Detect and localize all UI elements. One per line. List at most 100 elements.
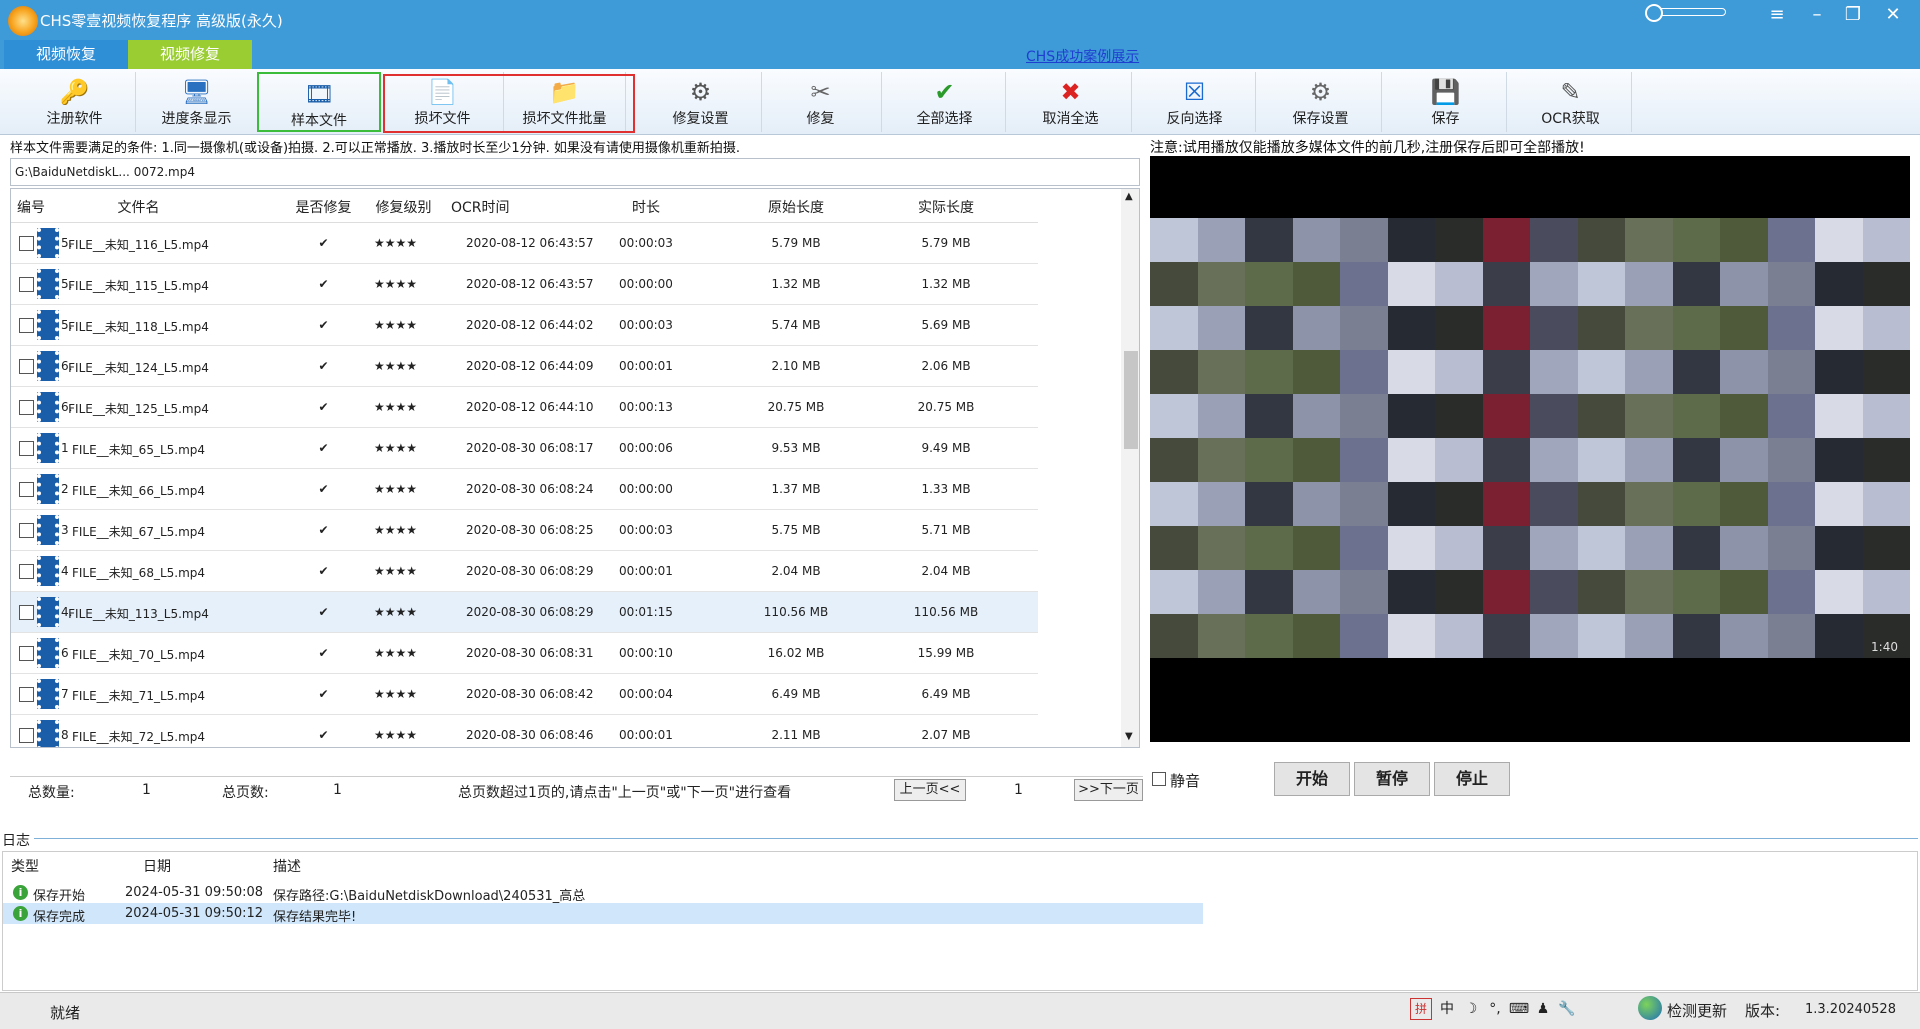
cell-level: ★★★★ xyxy=(374,236,418,250)
row-checkbox[interactable] xyxy=(19,728,34,743)
row-checkbox[interactable] xyxy=(19,359,34,374)
ocr-button[interactable]: ✎ OCR获取 xyxy=(1510,72,1632,132)
repair-settings-button[interactable]: ⚙ 修复设置 xyxy=(640,72,762,132)
menu-icon[interactable]: ≡ xyxy=(1760,2,1794,28)
mosaic-tile xyxy=(1530,482,1578,526)
damaged-batch-button[interactable]: 📁 损坏文件批量 xyxy=(504,72,626,132)
scroll-down-icon[interactable]: ▼ xyxy=(1125,731,1133,742)
row-checkbox[interactable] xyxy=(19,482,34,497)
col-number[interactable]: 编号 xyxy=(11,197,51,217)
table-row[interactable]: 2 FILE__未知_66_L5.mp4 ✔ ★★★★ 2020-08-30 06:08… xyxy=(11,469,1038,510)
success-cases-link[interactable]: CHS成功案例展示 xyxy=(1026,46,1139,66)
mosaic-tile xyxy=(1625,218,1673,262)
table-row[interactable]: 5. FILE__未知_118_L5.mp4 ✔ ★★★★ 2020-08-12 06:… xyxy=(11,305,1038,346)
log-col-type[interactable]: 类型 xyxy=(11,856,39,876)
update-globe-icon[interactable] xyxy=(1638,996,1662,1020)
row-checkbox[interactable] xyxy=(19,318,34,333)
table-row[interactable]: 4. FILE__未知_113_L5.mp4 ✔ ★★★★ 2020-08-30 06:… xyxy=(11,592,1038,633)
table-row[interactable]: 3 FILE__未知_67_L5.mp4 ✔ ★★★★ 2020-08-30 06:08… xyxy=(11,510,1038,551)
cell-duration: 00:00:01 xyxy=(619,359,673,373)
ime-logo-icon[interactable]: 拼 xyxy=(1410,998,1432,1020)
video-player[interactable]: 1:40 xyxy=(1150,156,1910,742)
mosaic-tile xyxy=(1720,614,1768,658)
transparency-slider[interactable] xyxy=(1645,4,1726,22)
cell-original-size: 20.75 MB xyxy=(767,400,825,414)
maximize-icon[interactable]: ❐ xyxy=(1836,2,1870,28)
col-level[interactable]: 修复级别 xyxy=(366,197,441,217)
col-original-size[interactable]: 原始长度 xyxy=(751,197,841,217)
play-button[interactable]: 开始 xyxy=(1274,762,1350,796)
cell-original-size: 2.04 MB xyxy=(771,564,821,578)
row-checkbox[interactable] xyxy=(19,523,34,538)
sample-path-field[interactable]: G:\BaiduNetdiskL... 0072.mp4 xyxy=(10,158,1140,186)
mosaic-tile xyxy=(1530,526,1578,570)
log-row[interactable]: i 保存完成 2024-05-31 09:50:12 保存结果完毕! xyxy=(3,903,1203,925)
select-all-button[interactable]: ✔ 全部选择 xyxy=(884,72,1006,132)
table-row[interactable]: 1 FILE__未知_65_L5.mp4 ✔ ★★★★ 2020-08-30 06:08… xyxy=(11,428,1038,469)
row-checkbox[interactable] xyxy=(19,646,34,661)
cell-actual-size: 1.33 MB xyxy=(921,482,971,496)
ime-user-icon[interactable]: ♟ xyxy=(1532,996,1554,1022)
ime-chinese-icon[interactable]: 中 xyxy=(1436,996,1458,1022)
log-col-desc[interactable]: 描述 xyxy=(273,856,301,876)
col-filename[interactable]: 文件名 xyxy=(66,197,211,217)
ime-punct-icon[interactable]: °, xyxy=(1484,996,1506,1022)
ime-moon-icon[interactable]: ☽ xyxy=(1460,996,1482,1022)
total-pages-value: 1 xyxy=(333,782,342,798)
row-checkbox[interactable] xyxy=(19,277,34,292)
minimize-icon[interactable]: – xyxy=(1800,2,1834,28)
log-row[interactable]: i 保存开始 2024-05-31 09:50:08 保存路径:G:\Baidu… xyxy=(3,882,1203,904)
tab-video-repair[interactable]: 视频修复 xyxy=(128,40,252,69)
stop-button[interactable]: 停止 xyxy=(1434,762,1510,796)
col-ocr-time[interactable]: OCR时间 xyxy=(451,197,531,217)
cell-duration: 00:00:00 xyxy=(619,482,673,496)
progress-display-button[interactable]: 🖥 进度条显示 xyxy=(136,72,258,132)
ime-keyboard-icon[interactable]: ⌨ xyxy=(1508,996,1530,1022)
mosaic-tile xyxy=(1577,526,1625,570)
row-checkbox[interactable] xyxy=(19,605,34,620)
next-page-button[interactable]: >>下一页 xyxy=(1074,779,1143,801)
row-checkbox[interactable] xyxy=(19,441,34,456)
table-row[interactable]: 6 FILE__未知_70_L5.mp4 ✔ ★★★★ 2020-08-30 06:08… xyxy=(11,633,1038,674)
row-checkbox[interactable] xyxy=(19,687,34,702)
cell-duration: 00:00:03 xyxy=(619,236,673,250)
tab-video-recover[interactable]: 视频恢复 xyxy=(4,40,128,69)
table-scrollbar[interactable]: ▲ ▼ xyxy=(1121,189,1139,747)
scroll-up-icon[interactable]: ▲ xyxy=(1125,191,1133,202)
table-row[interactable]: 7 FILE__未知_71_L5.mp4 ✔ ★★★★ 2020-08-30 06:08… xyxy=(11,674,1038,715)
table-row[interactable]: 5. FILE__未知_116_L5.mp4 ✔ ★★★★ 2020-08-12 06:… xyxy=(11,223,1038,264)
current-page[interactable]: 1 xyxy=(1014,782,1023,798)
save-settings-button[interactable]: ⚙ 保存设置 xyxy=(1260,72,1382,132)
video-frame-mosaic xyxy=(1150,218,1910,658)
col-actual-size[interactable]: 实际长度 xyxy=(901,197,991,217)
col-repaired[interactable]: 是否修复 xyxy=(286,197,361,217)
table-row[interactable]: 6. FILE__未知_124_L5.mp4 ✔ ★★★★ 2020-08-12 06:… xyxy=(11,346,1038,387)
row-checkbox[interactable] xyxy=(19,564,34,579)
table-row[interactable]: 8 FILE__未知_72_L5.mp4 ✔ ★★★★ 2020-08-30 06:08… xyxy=(11,715,1038,747)
log-col-date[interactable]: 日期 xyxy=(143,856,171,876)
check-update-button[interactable]: 检测更新 xyxy=(1667,1000,1727,1021)
save-button[interactable]: 💾 保存 xyxy=(1385,72,1507,132)
register-button[interactable]: 🔑 注册软件 xyxy=(14,72,136,132)
row-checkbox[interactable] xyxy=(19,236,34,251)
table-row[interactable]: 6. FILE__未知_125_L5.mp4 ✔ ★★★★ 2020-08-12 06:… xyxy=(11,387,1038,428)
table-row[interactable]: 4 FILE__未知_68_L5.mp4 ✔ ★★★★ 2020-08-30 06:08… xyxy=(11,551,1038,592)
mosaic-tile xyxy=(1577,262,1625,306)
prev-page-button[interactable]: 上一页<< xyxy=(894,779,966,801)
cell-repaired: ✔ xyxy=(318,564,329,578)
ime-tool-icon[interactable]: 🔧 xyxy=(1556,996,1578,1022)
invert-select-button[interactable]: ☒ 反向选择 xyxy=(1134,72,1256,132)
cell-original-size: 5.79 MB xyxy=(771,236,821,250)
damaged-file-button[interactable]: 📄 损坏文件 xyxy=(382,72,504,132)
close-icon[interactable]: ✕ xyxy=(1876,2,1910,28)
row-checkbox[interactable] xyxy=(19,400,34,415)
table-row[interactable]: 5. FILE__未知_115_L5.mp4 ✔ ★★★★ 2020-08-12 06:… xyxy=(11,264,1038,305)
sample-file-button[interactable]: 🎞 样本文件 xyxy=(257,72,381,132)
mute-checkbox[interactable] xyxy=(1152,772,1166,786)
col-duration[interactable]: 时长 xyxy=(611,197,681,217)
scroll-thumb[interactable] xyxy=(1124,351,1138,449)
mosaic-tile xyxy=(1292,218,1340,262)
repair-button[interactable]: ✂ 修复 xyxy=(760,72,882,132)
deselect-all-button[interactable]: ✖ 取消全选 xyxy=(1010,72,1132,132)
pause-button[interactable]: 暂停 xyxy=(1354,762,1430,796)
